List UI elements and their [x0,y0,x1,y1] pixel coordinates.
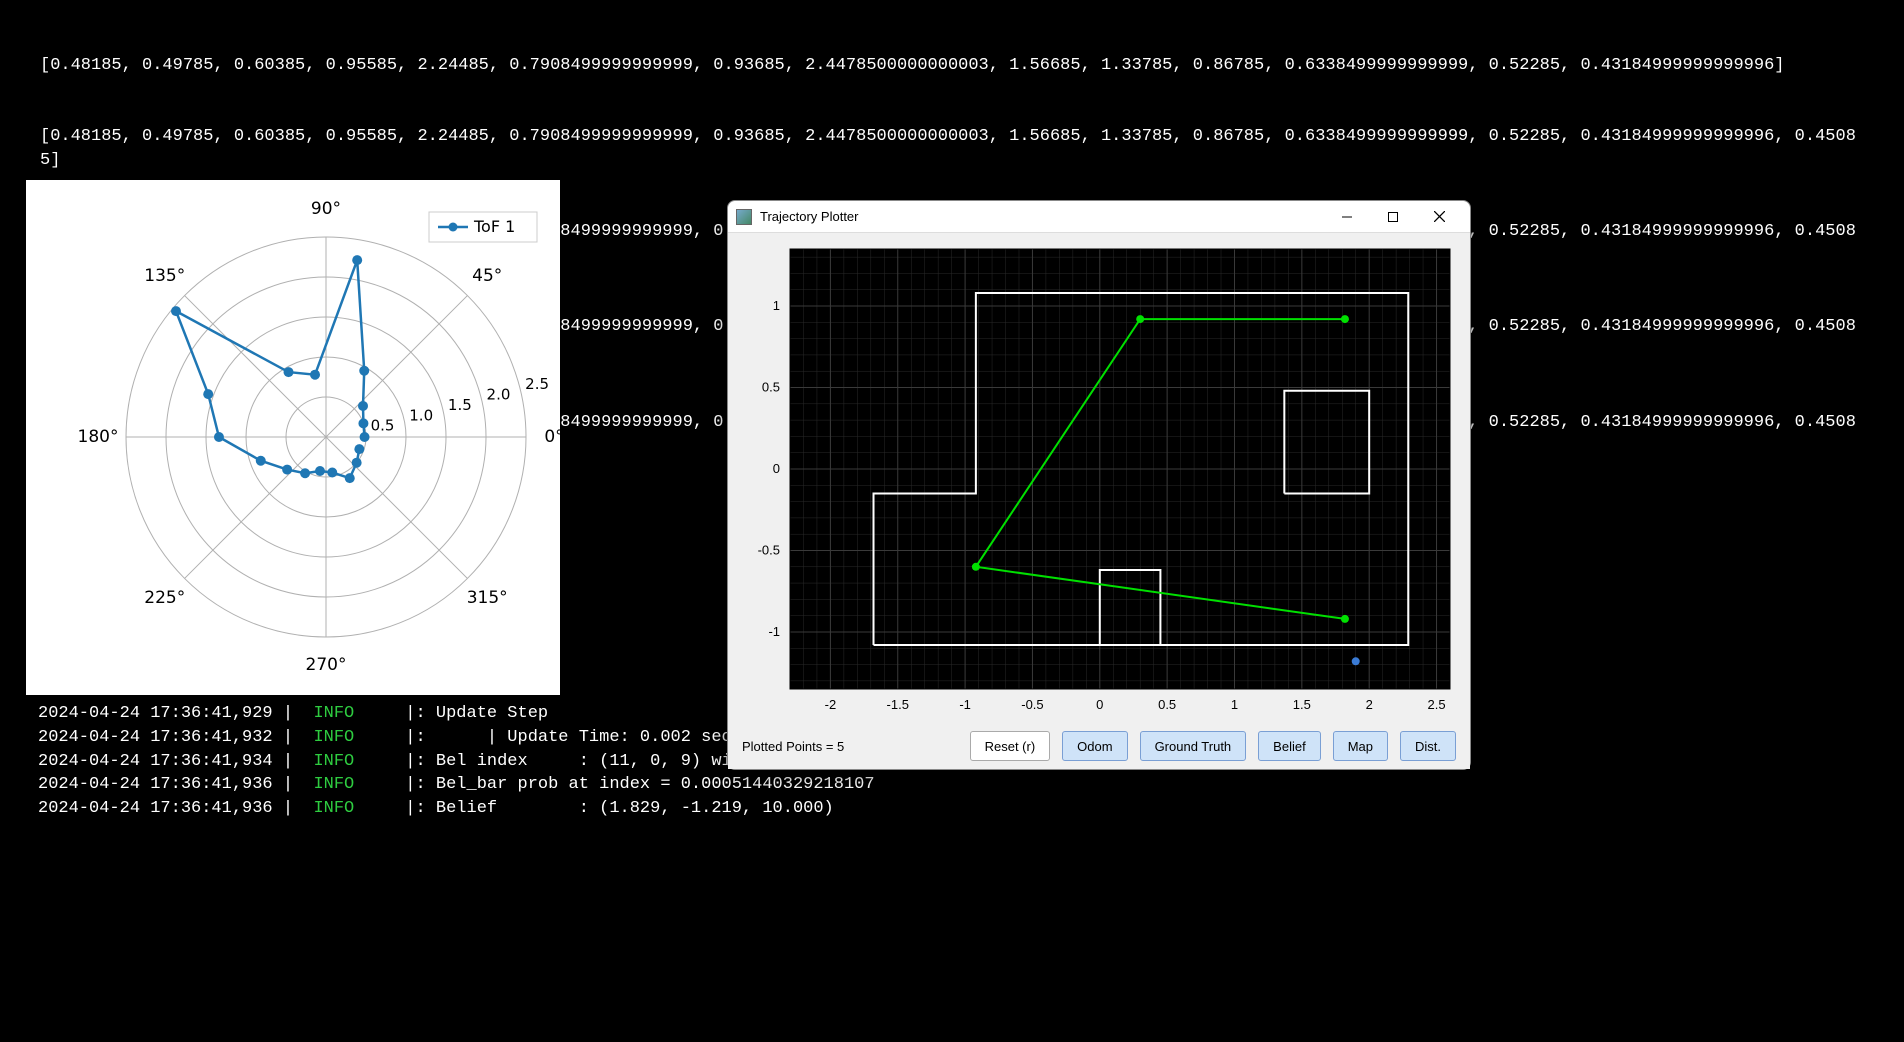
svg-text:45°: 45° [472,266,502,286]
svg-text:1: 1 [1231,697,1238,712]
svg-text:315°: 315° [467,588,508,608]
svg-text:-0.5: -0.5 [1021,697,1043,712]
svg-text:-1.5: -1.5 [887,697,909,712]
svg-text:-1: -1 [959,697,971,712]
svg-text:0: 0 [773,461,780,476]
window-title: Trajectory Plotter [760,209,1324,224]
svg-text:0°: 0° [544,427,560,447]
svg-text:0: 0 [1096,697,1103,712]
window-titlebar[interactable]: Trajectory Plotter [728,201,1470,233]
svg-text:ToF 1: ToF 1 [473,217,515,236]
svg-text:2.5: 2.5 [525,375,549,393]
belief-button[interactable]: Belief [1258,731,1321,761]
svg-text:135°: 135° [144,266,185,286]
svg-text:0.5: 0.5 [371,417,395,435]
svg-text:225°: 225° [144,588,185,608]
svg-text:0.5: 0.5 [1158,697,1176,712]
trajectory-footer: Plotted Points = 5 Reset (r) Odom Ground… [728,723,1470,769]
svg-text:270°: 270° [306,655,347,675]
window-icon [736,209,752,225]
svg-text:-0.5: -0.5 [758,542,780,557]
svg-text:0.5: 0.5 [762,380,780,395]
svg-text:90°: 90° [311,199,341,219]
svg-text:1: 1 [773,298,780,313]
svg-text:-1: -1 [768,624,780,639]
svg-text:1.5: 1.5 [1293,697,1311,712]
maximize-button[interactable] [1370,202,1416,232]
dist-button[interactable]: Dist. [1400,731,1456,761]
console-line: [0.48185, 0.49785, 0.60385, 0.95585, 2.2… [40,125,1864,173]
trajectory-window: Trajectory Plotter -2 -1.5 -1 -0.5 0 0.5 1 1.5 2… [727,200,1471,770]
console-line: [0.48185, 0.49785, 0.60385, 0.95585, 2.2… [40,54,1864,78]
plotted-points-status: Plotted Points = 5 [742,739,844,754]
svg-text:2.0: 2.0 [487,386,511,404]
polar-plot: 0° 45° 90° 135° 180° 225° 270° 315° 0.5 1.0 1.5 2.0… [26,180,560,695]
svg-text:180°: 180° [78,427,119,447]
svg-text:1.5: 1.5 [448,396,472,414]
ground-truth-button[interactable]: Ground Truth [1140,731,1247,761]
svg-text:2.5: 2.5 [1427,697,1445,712]
minimize-button[interactable] [1324,202,1370,232]
map-button[interactable]: Map [1333,731,1388,761]
odom-button[interactable]: Odom [1062,731,1127,761]
svg-text:2: 2 [1366,697,1373,712]
reset-button[interactable]: Reset (r) [970,731,1051,761]
svg-text:-2: -2 [825,697,837,712]
log-line: 2024-04-24 17:36:41,936 | INFO |: Belief… [38,797,885,821]
svg-text:1.0: 1.0 [409,406,433,424]
close-button[interactable] [1416,202,1462,232]
log-line: 2024-04-24 17:36:41,936 | INFO |: Bel_ba… [38,773,885,797]
trajectory-plot[interactable]: -2 -1.5 -1 -0.5 0 0.5 1 1.5 2 2.5 -1 -0.5 0 0.5 1 [728,233,1470,723]
